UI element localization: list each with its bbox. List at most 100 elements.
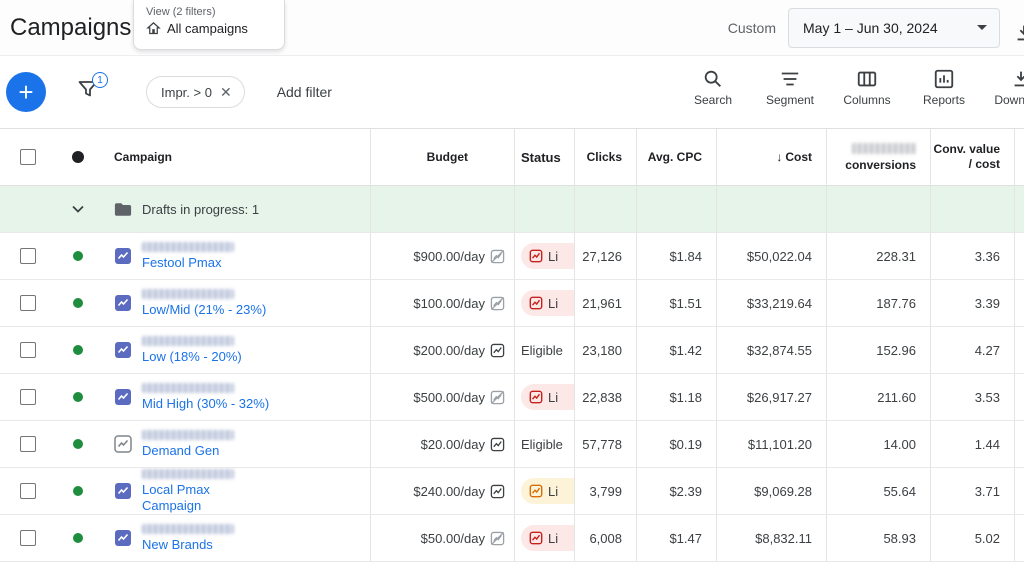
enabled-status-dot[interactable] [73, 439, 83, 449]
header-budget[interactable]: Budget [370, 129, 514, 185]
overflow-control-icon[interactable] [1013, 22, 1024, 44]
limited-status-badge[interactable]: Li [521, 290, 574, 316]
segment-button[interactable]: Segment [762, 68, 818, 107]
header-avg-cpc[interactable]: Avg. CPC [636, 129, 716, 185]
limited-status-badge[interactable]: Li [521, 243, 574, 269]
limited-status-badge[interactable]: Li [521, 384, 574, 410]
avg-cpc-cell: $1.42 [636, 327, 716, 373]
group-row-drafts[interactable]: Drafts in progress: 1 [0, 186, 1024, 233]
download-icon [1010, 68, 1024, 90]
conv-value-cost-cell: 4.27 [930, 327, 1014, 373]
header-clicks[interactable]: Clicks [574, 129, 636, 185]
row-checkbox[interactable] [20, 436, 36, 452]
home-icon [146, 21, 161, 36]
enabled-status-dot[interactable] [73, 392, 83, 402]
header-conv-value-cost[interactable]: Conv. value / cost [930, 129, 1014, 185]
budget-cell: $900.00/day [370, 233, 514, 279]
campaign-name-link[interactable]: Festool Pmax [142, 242, 234, 271]
status-cell: Li [514, 280, 574, 326]
enabled-status-dot[interactable] [73, 486, 83, 496]
budget-cell: $500.00/day [370, 374, 514, 420]
budget-cell: $100.00/day [370, 280, 514, 326]
limited-status-badge[interactable]: Li [521, 478, 574, 504]
header-conversions[interactable]: conversions [826, 129, 930, 185]
table-header-row: Campaign Budget Status Clicks Avg. CPC ↓… [0, 129, 1024, 186]
add-filter-button[interactable]: Add filter [277, 84, 332, 100]
status-cell: Li [514, 374, 574, 420]
status-circle-header-icon[interactable] [72, 151, 84, 163]
select-all-checkbox[interactable] [20, 149, 36, 165]
budget-chart-icon[interactable] [490, 484, 505, 499]
avg-cpc-cell: $1.47 [636, 515, 716, 561]
date-preset-label: Custom [728, 20, 776, 36]
avg-cpc-cell: $0.19 [636, 421, 716, 467]
status-eligible-label: Eligible [521, 343, 563, 358]
cost-cell: $26,917.27 [716, 374, 826, 420]
row-checkbox[interactable] [20, 342, 36, 358]
chip-close-icon[interactable]: ✕ [220, 84, 232, 101]
avg-cpc-cell: $1.84 [636, 233, 716, 279]
enabled-status-dot[interactable] [73, 533, 83, 543]
row-stub [1014, 374, 1024, 420]
campaign-type-icon [114, 294, 132, 312]
reports-button[interactable]: Reports [916, 68, 972, 107]
redacted-text [852, 143, 916, 154]
avg-cpc-cell: $2.39 [636, 468, 716, 514]
header-cost[interactable]: ↓ Cost [716, 129, 826, 185]
conversions-cell: 187.76 [826, 280, 930, 326]
campaign-type-icon [114, 529, 132, 547]
budget-chart-icon[interactable] [490, 249, 505, 264]
view-selector[interactable]: View (2 filters) All campaigns [133, 0, 285, 50]
header-campaign[interactable]: Campaign [100, 129, 370, 185]
campaign-name-link[interactable]: Low/Mid (21% - 23%) [142, 289, 266, 318]
limited-status-icon [529, 249, 543, 263]
cost-cell: $50,022.04 [716, 233, 826, 279]
filter-button[interactable]: 1 [76, 77, 104, 107]
enabled-status-dot[interactable] [73, 345, 83, 355]
row-checkbox[interactable] [20, 483, 36, 499]
row-checkbox[interactable] [20, 295, 36, 311]
campaign-name-link[interactable]: Low (18% - 20%) [142, 336, 242, 365]
clicks-cell: 6,008 [574, 515, 636, 561]
row-checkbox[interactable] [20, 248, 36, 264]
enabled-status-dot[interactable] [73, 298, 83, 308]
filter-chip-label: Impr. > 0 [161, 85, 212, 100]
reports-icon [933, 68, 955, 90]
columns-button[interactable]: Columns [839, 68, 895, 107]
conv-value-cost-cell: 3.71 [930, 468, 1014, 514]
campaign-row: Low/Mid (21% - 23%) $100.00/day Li 21,96… [0, 280, 1024, 327]
filter-chip-impressions[interactable]: Impr. > 0 ✕ [146, 76, 245, 108]
add-campaign-button[interactable]: + [6, 72, 46, 112]
budget-chart-icon[interactable] [490, 437, 505, 452]
row-checkbox[interactable] [20, 530, 36, 546]
sort-descending-icon: ↓ [776, 150, 782, 164]
campaign-name-link[interactable]: Demand Gen [142, 430, 234, 459]
dropdown-caret-icon [977, 25, 987, 30]
clicks-cell: 27,126 [574, 233, 636, 279]
date-range-picker[interactable]: May 1 – Jun 30, 2024 [788, 8, 1000, 48]
campaign-name-link[interactable]: New Brands [142, 524, 234, 553]
budget-chart-icon[interactable] [490, 343, 505, 358]
conversions-cell: 58.93 [826, 515, 930, 561]
collapse-chevron-icon[interactable] [70, 201, 86, 217]
conv-value-cost-cell: 3.36 [930, 233, 1014, 279]
campaign-type-icon [114, 435, 132, 453]
search-button[interactable]: Search [685, 68, 741, 107]
limited-status-icon [529, 296, 543, 310]
row-checkbox[interactable] [20, 389, 36, 405]
budget-chart-icon[interactable] [490, 531, 505, 546]
clicks-cell: 22,838 [574, 374, 636, 420]
budget-chart-icon[interactable] [490, 390, 505, 405]
redacted-text [142, 242, 234, 252]
download-button[interactable]: Download [993, 68, 1024, 107]
budget-cell: $200.00/day [370, 327, 514, 373]
campaign-name-link[interactable]: Mid High (30% - 32%) [142, 383, 269, 412]
clicks-cell: 21,961 [574, 280, 636, 326]
limited-status-badge[interactable]: Li [521, 525, 574, 551]
header-status[interactable]: Status [514, 129, 574, 185]
conv-value-cost-cell: 3.53 [930, 374, 1014, 420]
conversions-cell: 228.31 [826, 233, 930, 279]
enabled-status-dot[interactable] [73, 251, 83, 261]
budget-chart-icon[interactable] [490, 296, 505, 311]
campaign-name-link[interactable]: Local PmaxCampaign [142, 469, 234, 514]
